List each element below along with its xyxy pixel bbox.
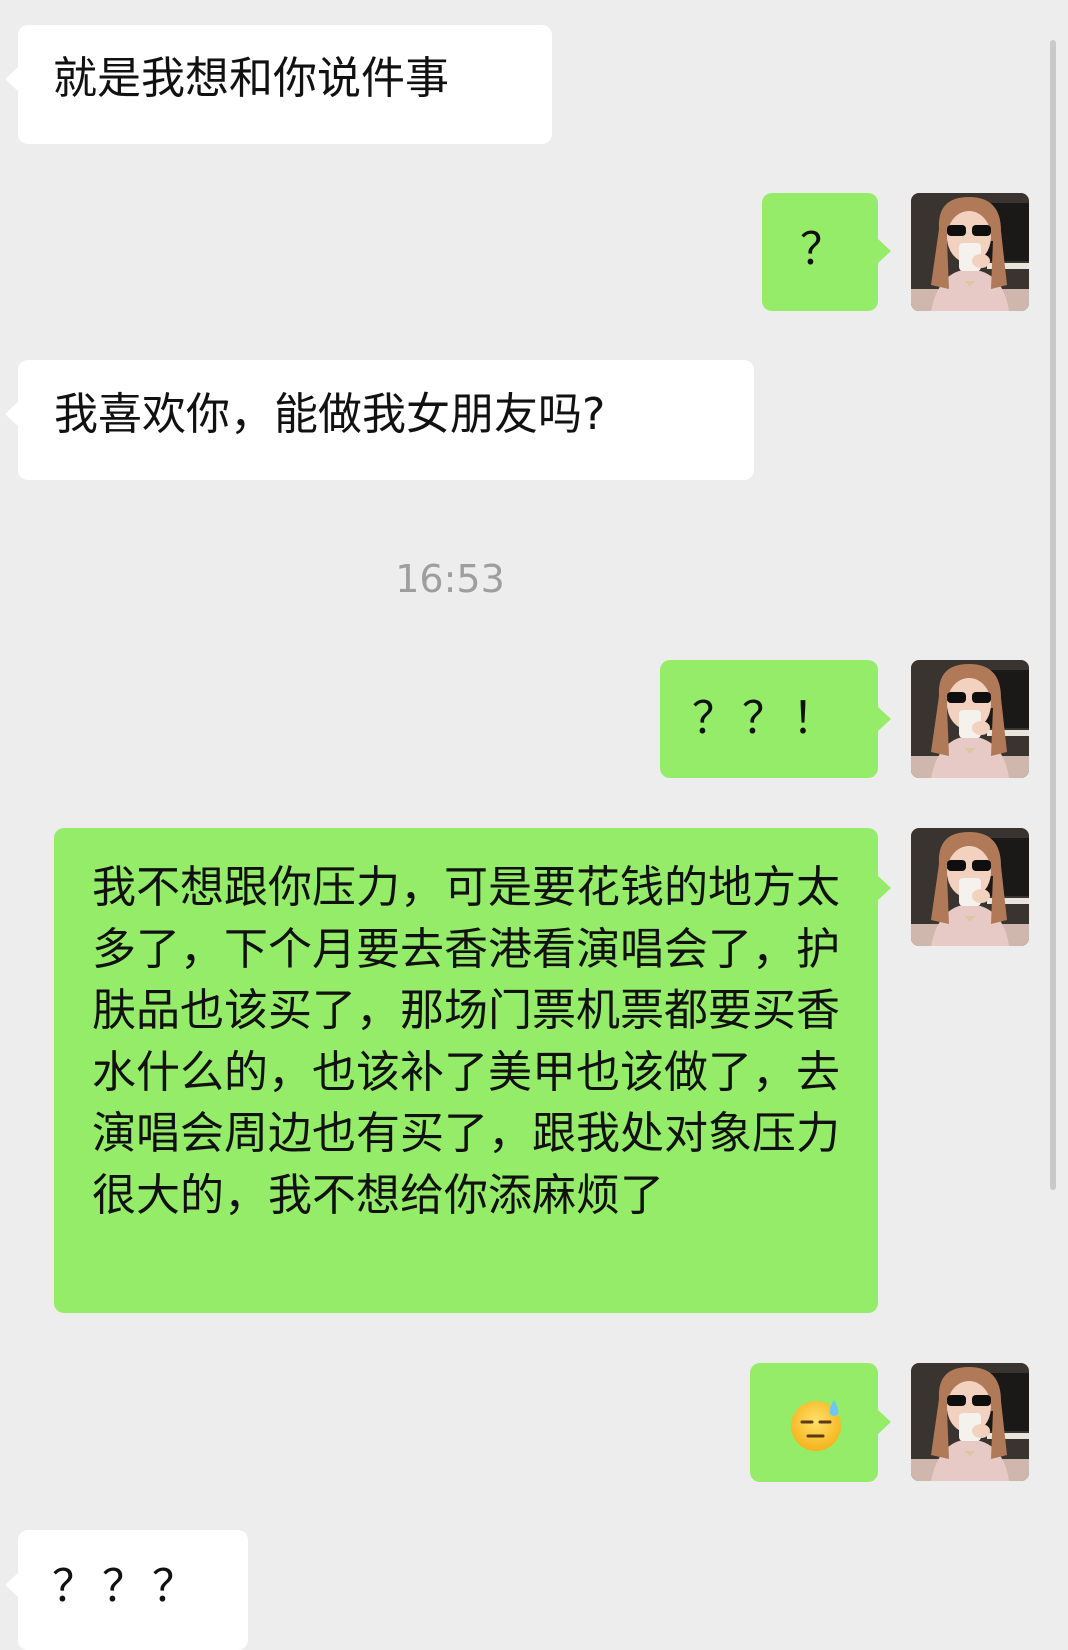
cold-sweat-face-emoji-icon	[791, 1400, 841, 1451]
message-bubble[interactable]: 我喜欢你，能做我女朋友吗?	[18, 360, 754, 480]
message-bubble[interactable]	[750, 1363, 878, 1482]
avatar-photo-icon	[911, 828, 1029, 946]
bubble-tail	[877, 1409, 891, 1435]
avatar-photo-icon	[911, 1363, 1029, 1481]
avatar-photo-icon	[911, 193, 1029, 311]
user-avatar[interactable]	[911, 660, 1029, 778]
bubble-tail	[5, 66, 19, 92]
message-bubble[interactable]: ？	[762, 193, 878, 311]
bubble-tail	[877, 706, 891, 732]
bubble-tail	[5, 401, 19, 427]
message-bubble[interactable]: ？？？	[18, 1530, 248, 1650]
bubble-tail	[5, 1572, 19, 1598]
bubble-tail	[877, 238, 891, 264]
message-bubble[interactable]: 就是我想和你说件事	[18, 25, 552, 144]
user-avatar[interactable]	[911, 828, 1029, 946]
timestamp: 16:53	[395, 557, 505, 601]
user-avatar[interactable]	[911, 193, 1029, 311]
avatar-photo-icon	[911, 660, 1029, 778]
bubble-tail	[877, 875, 891, 901]
message-bubble[interactable]: ？？！	[660, 660, 878, 778]
scrollbar[interactable]	[1050, 40, 1056, 1190]
user-avatar[interactable]	[911, 1363, 1029, 1481]
message-bubble[interactable]: 我不想跟你压力，可是要花钱的地方太多了，下个月要去香港看演唱会了，护肤品也该买了…	[54, 828, 878, 1313]
